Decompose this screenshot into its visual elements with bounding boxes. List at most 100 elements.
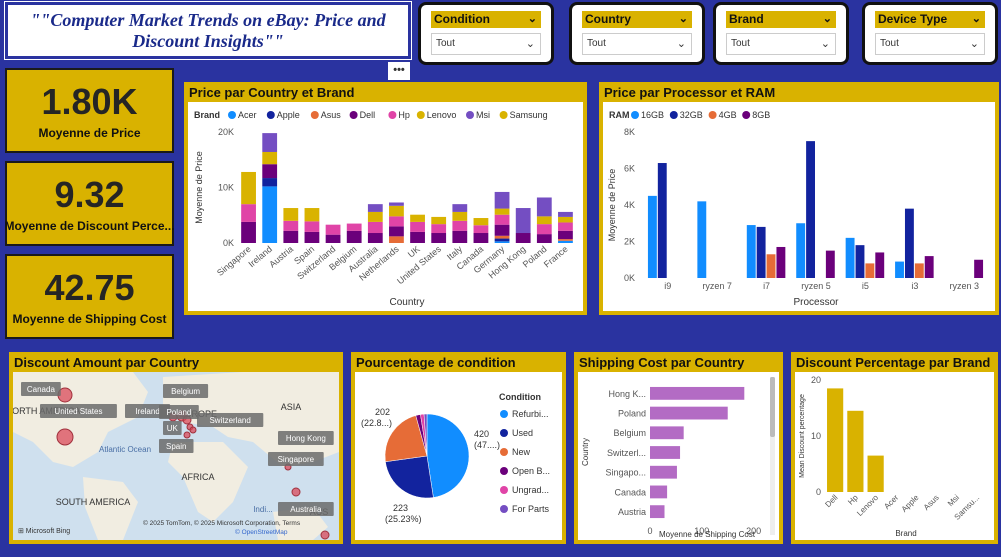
legend-marker bbox=[266, 111, 275, 119]
pie-slice bbox=[385, 455, 434, 499]
x-tick-label: Apple bbox=[900, 493, 921, 514]
bar-segment bbox=[241, 221, 256, 243]
panel-title: Price par Processor et RAM bbox=[604, 85, 776, 100]
bar-segment bbox=[367, 221, 383, 234]
kpi-card-discount: 9.32 Moyenne de Discount Perce... bbox=[4, 161, 175, 246]
slicer-country-dropdown[interactable]: Tout ⌄ bbox=[582, 33, 692, 55]
map-country-label: Singapore bbox=[278, 455, 315, 464]
legend-item: 8GB bbox=[752, 110, 770, 120]
slicer-condition-dropdown[interactable]: Tout ⌄ bbox=[431, 33, 541, 55]
bar bbox=[766, 254, 776, 278]
pie-data-label: 202 bbox=[375, 407, 390, 417]
bar bbox=[647, 195, 657, 278]
bar-segment bbox=[558, 230, 573, 240]
legend-title: Condition bbox=[499, 392, 541, 402]
chevron-down-icon[interactable]: ⌄ bbox=[972, 11, 981, 28]
slicer-country-value: Tout bbox=[587, 38, 606, 49]
dashboard-title: ""Computer Market Trends on eBay: Price … bbox=[30, 9, 386, 51]
bar-segment bbox=[494, 241, 510, 243]
slicer-brand[interactable]: Brand ⌄ Tout ⌄ bbox=[713, 2, 849, 65]
panel-price-country-brand: Price par Country et Brand Brand Acer Appl… bbox=[184, 82, 587, 315]
map-discount-country[interactable]: NORTH AMERICAEUROPEASIAAFRICASOUTH AMERI… bbox=[6, 372, 339, 540]
bar bbox=[650, 406, 728, 420]
legend-marker bbox=[228, 111, 236, 119]
bar-segment bbox=[536, 234, 552, 243]
slicer-country[interactable]: Country ⌄ Tout ⌄ bbox=[569, 2, 705, 65]
legend-marker bbox=[500, 486, 508, 494]
legend-marker bbox=[500, 448, 508, 456]
bar bbox=[867, 455, 884, 492]
x-tick-label: France bbox=[542, 244, 570, 270]
bar-segment bbox=[367, 233, 383, 243]
slicer-device-type[interactable]: Device Type ⌄ Tout ⌄ bbox=[862, 2, 998, 65]
legend-item: Open B... bbox=[512, 466, 550, 476]
slicer-country-label: Country bbox=[585, 12, 631, 26]
bar bbox=[746, 225, 756, 278]
x-tick-label: Lenovo bbox=[855, 493, 880, 518]
map-attribution: © 2025 TomTom, © 2025 Microsoft Corporat… bbox=[143, 519, 301, 527]
kpi-label: Moyenne de Price bbox=[38, 125, 141, 140]
bar-segment bbox=[262, 151, 278, 165]
panel-discount-map: Discount Amount par Country NORTH AMERIC… bbox=[6, 352, 343, 544]
legend-item: Acer bbox=[238, 110, 257, 120]
chevron-down-icon[interactable]: ⌄ bbox=[823, 11, 832, 28]
bar bbox=[650, 446, 681, 459]
chart-condition-pie[interactable]: 420(47....) 223(25.23%) 202(22.8...) Condit… bbox=[355, 372, 562, 540]
legend-item: Dell bbox=[360, 110, 376, 120]
chart-price-processor-ram[interactable]: RAM 16GB 32GB 4GB 8GB 0K 2K 4K 6K 8K Moyenne de Pr… bbox=[603, 102, 995, 311]
x-tick-label: i5 bbox=[862, 281, 869, 291]
legend-marker bbox=[388, 111, 397, 119]
map-attribution-link: © OpenStreetMap bbox=[235, 528, 288, 536]
y-tick-label: Switzerl... bbox=[607, 448, 646, 458]
chart-price-country-brand[interactable]: Brand Acer Apple Asus Dell Hp Lenovo Msi Samsung… bbox=[188, 102, 583, 311]
bar-segment bbox=[536, 224, 552, 235]
slicer-brand-dropdown[interactable]: Tout ⌄ bbox=[726, 33, 836, 55]
more-options-button[interactable]: ••• bbox=[388, 62, 410, 80]
chart-shipping-country[interactable]: Hong K... Poland Belgium Switzerl... Singapo… bbox=[578, 372, 779, 540]
legend-marker bbox=[742, 111, 751, 119]
x-axis-label: Country bbox=[389, 297, 424, 308]
panel-title: Discount Amount par Country bbox=[14, 355, 200, 370]
bar bbox=[827, 388, 844, 492]
bar bbox=[650, 485, 668, 499]
x-tick-label: Dell bbox=[823, 493, 839, 509]
kpi-card-price: 1.80K Moyenne de Price bbox=[5, 68, 174, 153]
bar-segment bbox=[494, 191, 510, 209]
legend-marker bbox=[500, 429, 508, 437]
bar-segment bbox=[558, 216, 573, 223]
bar bbox=[650, 386, 745, 400]
legend-marker bbox=[466, 111, 474, 119]
map-bubble bbox=[183, 431, 191, 439]
map-region-label: SOUTH AMERICA bbox=[56, 497, 131, 507]
bar-segment bbox=[431, 233, 447, 243]
bar-segment bbox=[452, 211, 468, 221]
legend-marker bbox=[631, 111, 639, 119]
legend-item: For Parts bbox=[512, 504, 550, 514]
legend-item: New bbox=[512, 447, 531, 457]
legend-item: Used bbox=[512, 428, 533, 438]
x-tick-label: ryzen 3 bbox=[950, 281, 980, 291]
kpi-value: 9.32 bbox=[54, 173, 125, 215]
slicer-device-type-dropdown[interactable]: Tout ⌄ bbox=[875, 33, 985, 55]
bar bbox=[657, 163, 667, 278]
y-axis-label: Moyenne de Price bbox=[607, 169, 617, 242]
bar-segment bbox=[304, 231, 320, 243]
bar-segment bbox=[389, 216, 404, 227]
chart-discount-brand[interactable]: 0 10 20 Mean Discount percentage Dell HpLenov… bbox=[795, 372, 994, 540]
x-tick-label: 0 bbox=[647, 526, 652, 536]
chevron-down-icon[interactable]: ⌄ bbox=[679, 11, 688, 28]
y-tick-label: 20K bbox=[218, 127, 234, 137]
y-tick-label: 0 bbox=[816, 487, 821, 497]
slicer-condition[interactable]: Condition ⌄ Tout ⌄ bbox=[418, 2, 554, 65]
legend-item: Asus bbox=[321, 110, 342, 120]
legend-item: Refurbi... bbox=[512, 409, 549, 419]
chevron-down-icon[interactable]: ⌄ bbox=[528, 11, 537, 28]
map-country-label: Switzerland bbox=[209, 416, 250, 425]
x-tick-label: Asus bbox=[922, 493, 941, 512]
x-tick-label: i3 bbox=[911, 281, 918, 291]
bar bbox=[845, 237, 855, 278]
legend-item: Lenovo bbox=[427, 110, 457, 120]
legend-item: 16GB bbox=[641, 110, 664, 120]
y-tick-label: 10K bbox=[218, 183, 234, 193]
bar-segment bbox=[304, 221, 320, 232]
